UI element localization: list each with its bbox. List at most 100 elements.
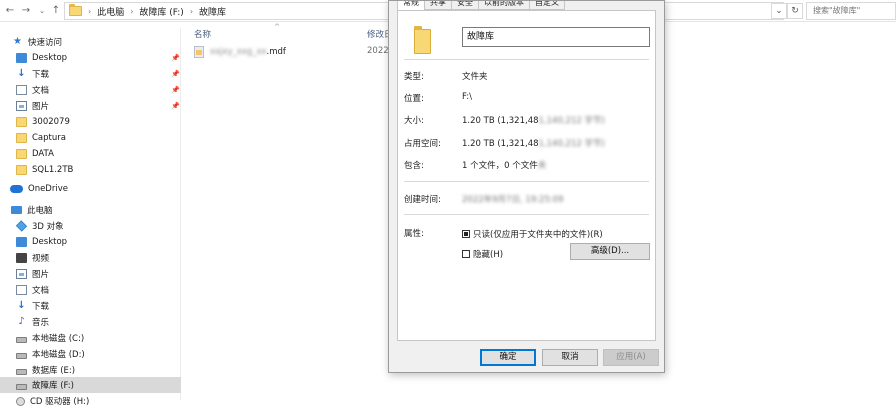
created-value: 2022年9月7日, 19:25:09 [462,195,564,205]
folder-icon [16,117,27,127]
location-label: 位置: [404,94,424,104]
contains-value: 1 个文件，0 个文件夹 [462,161,547,171]
sort-up-icon: ^ [274,23,280,31]
sidebar-item-videos[interactable]: 视频 [0,250,181,266]
desktop-icon [16,53,27,63]
disk-usage-value: 1.20 TB (1,321,481,140,212 字节) [462,139,605,149]
tab-previous-versions[interactable]: 以前的版本 [478,1,530,10]
sidebar-item-pictures[interactable]: 图片 [0,266,181,282]
separator [404,214,649,215]
refresh-icon[interactable]: ↻ [787,3,803,19]
sidebar-item-documents[interactable]: 文档 📌 [0,82,181,98]
sidebar-item-drive-d[interactable]: 本地磁盘 (D:) [0,346,181,362]
properties-dialog: 常规 共享 安全 以前的版本 自定义 故障库 类型: 文件夹 位置: F:\ 大… [388,0,665,373]
cancel-button[interactable]: 取消 [542,349,598,366]
desktop-icon [16,237,27,247]
sidebar-item-this-pc[interactable]: 此电脑 [0,202,181,218]
hidden-checkbox[interactable] [462,250,470,258]
breadcrumb-item[interactable]: 故障库 [199,5,226,18]
picture-icon [16,269,27,279]
sidebar-item-onedrive[interactable]: OneDrive [0,181,181,197]
sidebar-item-drive-c[interactable]: 本地磁盘 (C:) [0,330,181,346]
separator [404,59,649,60]
tab-general[interactable]: 常规 [397,1,425,10]
database-file-icon [194,46,204,58]
arrow-left-icon[interactable]: ← [4,4,16,18]
sidebar-item-desktop[interactable]: Desktop [0,234,181,250]
document-icon [16,285,27,295]
breadcrumb-separator: › [189,6,194,16]
pin-icon: 📌 [171,102,180,110]
sidebar-item-quick-access[interactable]: ★ 快速访问 [0,34,181,50]
sidebar-item-downloads[interactable]: ↓ 下载 [0,298,181,314]
sidebar-item-drive-f[interactable]: 故障库 (F:) [0,377,181,393]
tab-customize[interactable]: 自定义 [529,1,565,10]
video-icon [16,253,27,263]
size-value: 1.20 TB (1,321,481,140,212 字节) [462,116,605,126]
drive-icon [16,352,27,359]
download-icon: ↓ [17,300,26,311]
tab-sharing[interactable]: 共享 [424,1,452,10]
cloud-icon [10,185,23,193]
attributes-label: 属性: [404,229,424,239]
sidebar-item-drive-e[interactable]: 数据库 (E:) [0,362,181,378]
folder-icon [16,165,27,175]
sidebar-item-music[interactable]: ♪ 音乐 [0,314,181,330]
sidebar-item-documents[interactable]: 文档 [0,282,181,298]
cd-icon [16,396,25,406]
breadcrumb-item[interactable]: 故障库 (F:) [139,5,183,18]
folder-icon [16,133,27,143]
sidebar-item-folder[interactable]: 3002079 [0,114,181,130]
music-icon: ♪ [18,316,25,327]
created-label: 创建时间: [404,195,441,205]
drive-icon [16,383,27,390]
sidebar-item-pictures[interactable]: 图片 📌 [0,98,181,114]
file-extension: .mdf [266,47,286,57]
breadcrumb-item[interactable]: 此电脑 [97,5,124,18]
file-row[interactable]: xxjxy_xxg_xx .mdf [194,46,286,58]
arrow-right-icon[interactable]: → [20,4,32,18]
sidebar-item-desktop[interactable]: Desktop 📌 [0,50,181,66]
breadcrumb-separator: › [130,6,134,16]
separator [404,181,649,182]
history-dropdown-button[interactable]: ⌄ [771,3,787,19]
folder-icon [16,149,27,159]
readonly-label: 只读(仅应用于文件夹中的文件)(R) [473,230,603,240]
apply-button[interactable]: 应用(A) [603,349,659,366]
pin-icon: 📌 [171,86,180,94]
tab-security[interactable]: 安全 [451,1,479,10]
arrow-up-icon[interactable]: ↑ [50,4,62,18]
sidebar-item-downloads[interactable]: ↓ 下载 📌 [0,66,181,82]
folder-icon [414,26,431,54]
cube-icon [15,220,28,232]
folder-name-input[interactable]: 故障库 [462,27,650,47]
ok-button[interactable]: 确定 [480,349,536,366]
chevron-down-icon[interactable]: ⌄ [36,4,48,18]
pin-icon: 📌 [171,54,180,62]
dialog-tabs: 常规 共享 安全 以前的版本 自定义 [397,1,565,10]
column-header-name[interactable]: 名称 [194,28,211,40]
readonly-checkbox-row[interactable]: 只读(仅应用于文件夹中的文件)(R) [462,228,603,240]
sidebar-item-cd-drive[interactable]: CD 驱动器 (H:) [0,393,181,409]
advanced-button[interactable]: 高级(D)... [570,243,650,260]
size-label: 大小: [404,116,424,126]
disk-usage-label: 占用空间: [404,139,441,149]
hidden-label: 隐藏(H) [473,250,504,260]
pin-icon: 📌 [171,70,180,78]
readonly-checkbox[interactable] [462,230,470,238]
type-value: 文件夹 [462,72,488,82]
sidebar-item-folder[interactable]: SQL1.2TB [0,162,181,178]
general-panel: 故障库 类型: 文件夹 位置: F:\ 大小: 1.20 TB (1,321,4… [397,10,656,341]
search-input[interactable]: 搜索"故障库" [806,2,896,20]
location-value: F:\ [462,92,472,102]
hidden-checkbox-row[interactable]: 隐藏(H) [462,248,503,260]
file-name-blurred: xxjxy_xxg_xx [210,47,267,57]
sidebar-item-3d-objects[interactable]: 3D 对象 [0,218,181,234]
drive-icon [16,368,27,375]
breadcrumb-separator: › [88,6,92,16]
sidebar-item-folder[interactable]: DATA [0,146,181,162]
computer-icon [11,206,22,214]
folder-icon [69,4,82,16]
sidebar-item-folder[interactable]: Captura [0,130,181,146]
drive-icon [16,336,27,343]
